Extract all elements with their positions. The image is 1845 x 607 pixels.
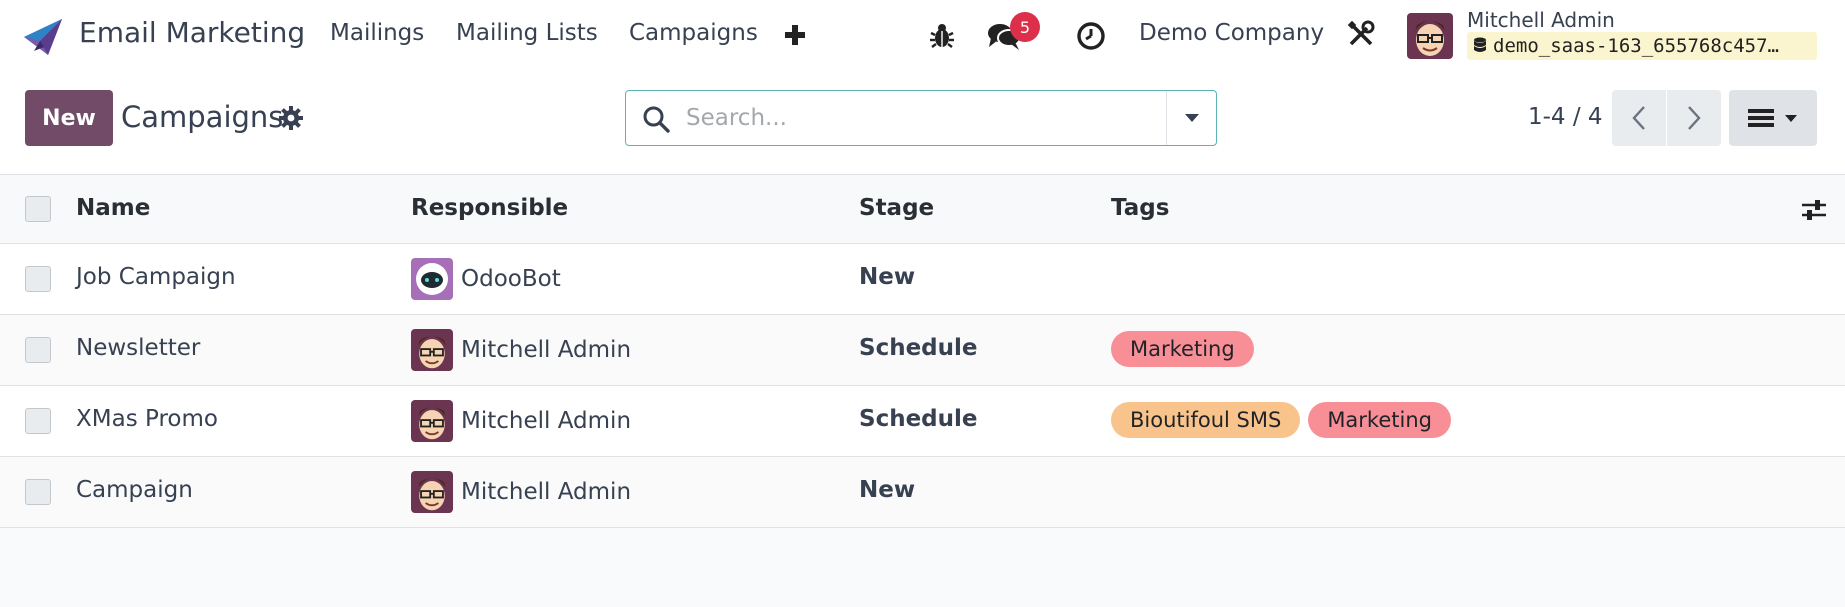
- pager-next-button[interactable]: [1667, 90, 1721, 146]
- optional-columns-icon[interactable]: [1800, 197, 1828, 223]
- search-box: [625, 90, 1217, 146]
- column-header-responsible[interactable]: Responsible: [411, 195, 568, 221]
- search-input[interactable]: [686, 99, 1186, 137]
- control-panel: New Campaigns 1-4 / 4: [0, 72, 1845, 175]
- user-avatar: [411, 400, 453, 442]
- search-options-toggle[interactable]: [1167, 91, 1217, 145]
- message-count-badge: 5: [1010, 12, 1040, 42]
- column-header-tags[interactable]: Tags: [1111, 195, 1169, 221]
- page-title: Campaigns: [121, 100, 284, 134]
- responsible-cell: Mitchell Admin: [411, 471, 631, 513]
- caret-down-icon: [1785, 114, 1797, 122]
- select-all-checkbox[interactable]: [25, 196, 51, 222]
- stage-value: Schedule: [859, 335, 978, 361]
- tags-cell: Marketing: [1111, 331, 1254, 367]
- chevron-left-icon: [1632, 106, 1645, 130]
- menu-mailings[interactable]: Mailings: [330, 20, 424, 46]
- responsible-name: Mitchell Admin: [461, 408, 632, 434]
- tags-cell: Bioutifoul SMS Marketing: [1111, 402, 1451, 438]
- app-name[interactable]: Email Marketing: [79, 16, 305, 49]
- database-pill: demo_saas-163_655768c457…: [1467, 32, 1817, 60]
- pager-previous-button[interactable]: [1612, 90, 1666, 146]
- bug-icon[interactable]: [929, 21, 955, 49]
- table-row[interactable]: Job Campaign OdooBot New: [0, 244, 1845, 315]
- database-icon: [1474, 37, 1486, 52]
- list-view-icon: [1748, 109, 1774, 127]
- responsible-name: OdooBot: [461, 266, 561, 292]
- list-header: Name Responsible Stage Tags: [0, 175, 1845, 244]
- pager-value[interactable]: 1-4 / 4: [1528, 104, 1603, 130]
- gear-icon[interactable]: [278, 105, 304, 131]
- database-name: demo_saas-163_655768c457…: [1493, 35, 1779, 57]
- stage-value: New: [859, 477, 916, 503]
- tag-badge: Bioutifoul SMS: [1111, 402, 1301, 438]
- top-navbar: Email Marketing Mailings Mailing Lists C…: [0, 0, 1845, 72]
- stage-value: Schedule: [859, 406, 978, 432]
- chevron-right-icon: [1688, 106, 1701, 130]
- responsible-cell: OdooBot: [411, 258, 561, 300]
- caret-down-icon: [1185, 114, 1199, 122]
- search-icon: [643, 106, 670, 133]
- campaign-name: Newsletter: [76, 335, 201, 361]
- campaign-name: Job Campaign: [76, 264, 236, 290]
- stage-value: New: [859, 264, 916, 290]
- odoobot-avatar: [411, 258, 453, 300]
- tag-badge: Marketing: [1111, 331, 1254, 367]
- user-avatar: [411, 471, 453, 513]
- column-header-name[interactable]: Name: [76, 195, 150, 221]
- company-switcher[interactable]: Demo Company: [1139, 20, 1324, 46]
- user-avatar: [411, 329, 453, 371]
- responsible-cell: Mitchell Admin: [411, 400, 631, 442]
- user-name[interactable]: Mitchell Admin: [1467, 8, 1615, 32]
- row-checkbox[interactable]: [25, 479, 51, 505]
- email-marketing-logo-icon[interactable]: [22, 15, 64, 57]
- campaigns-list: Name Responsible Stage Tags Job Campaign: [0, 175, 1845, 528]
- list-view-switcher[interactable]: [1729, 90, 1817, 146]
- campaign-name: Campaign: [76, 477, 193, 503]
- campaign-name: XMas Promo: [76, 406, 218, 432]
- table-row[interactable]: Campaign Mitchell Admin New: [0, 457, 1845, 528]
- menu-mailing-lists[interactable]: Mailing Lists: [456, 20, 598, 46]
- add-menu-plus-icon[interactable]: [783, 18, 807, 50]
- new-button[interactable]: New: [25, 90, 113, 146]
- clock-icon[interactable]: [1076, 21, 1106, 51]
- tag-badge: Marketing: [1308, 402, 1451, 438]
- table-row[interactable]: XMas Promo Mitchell Admin Schedule Biout…: [0, 386, 1845, 457]
- user-avatar[interactable]: [1407, 13, 1453, 59]
- table-row[interactable]: Newsletter Mitchell Admin Schedule Marke…: [0, 315, 1845, 386]
- responsible-name: Mitchell Admin: [461, 479, 632, 505]
- row-checkbox[interactable]: [25, 337, 51, 363]
- row-checkbox[interactable]: [25, 266, 51, 292]
- column-header-stage[interactable]: Stage: [859, 195, 934, 221]
- responsible-name: Mitchell Admin: [461, 337, 632, 363]
- menu-campaigns[interactable]: Campaigns: [629, 20, 758, 46]
- responsible-cell: Mitchell Admin: [411, 329, 631, 371]
- tools-icon[interactable]: [1347, 20, 1375, 48]
- row-checkbox[interactable]: [25, 408, 51, 434]
